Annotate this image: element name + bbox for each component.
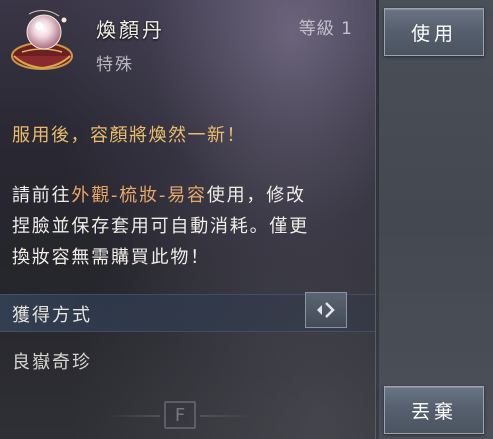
description-line1-suffix: 使用，修改 (206, 185, 306, 206)
item-level: 等級 1 (298, 19, 353, 39)
item-effect-text: 服用後，容顏將煥然一新！ (12, 125, 246, 146)
discard-button[interactable]: 丟棄 (384, 386, 484, 434)
acquisition-title: 獲得方式 (12, 305, 92, 326)
description-line1-prefix: 請前往 (12, 185, 72, 206)
item-tooltip-panel: 煥顏丹 特殊 等級 1 服用後，容顏將煥然一新！ 請前往外觀-梳妝-易容使用，修… (0, 0, 376, 439)
description-highlight-path: 外觀-梳妝-易容 (71, 185, 207, 206)
item-type: 特殊 (96, 55, 134, 75)
keyboard-hint-key: F (108, 401, 252, 429)
arrow-right-icon (317, 302, 335, 318)
acquisition-goto-button[interactable] (305, 292, 347, 328)
item-name: 煥顏丹 (96, 18, 165, 42)
item-description: 請前往外觀-梳妝-易容使用，修改 捏臉並保存套用可自動消耗。僅更 換妝容無需購買… (12, 180, 362, 273)
description-line2: 捏臉並保存套用可自動消耗。僅更 (12, 216, 309, 237)
action-sidebar (376, 0, 493, 439)
acquisition-source: 良嶽奇珍 (12, 352, 92, 373)
use-button[interactable]: 使用 (384, 8, 484, 56)
elixir-orb-pouch-icon (4, 6, 80, 76)
description-line3: 換妝容無需購買此物！ (12, 247, 210, 268)
